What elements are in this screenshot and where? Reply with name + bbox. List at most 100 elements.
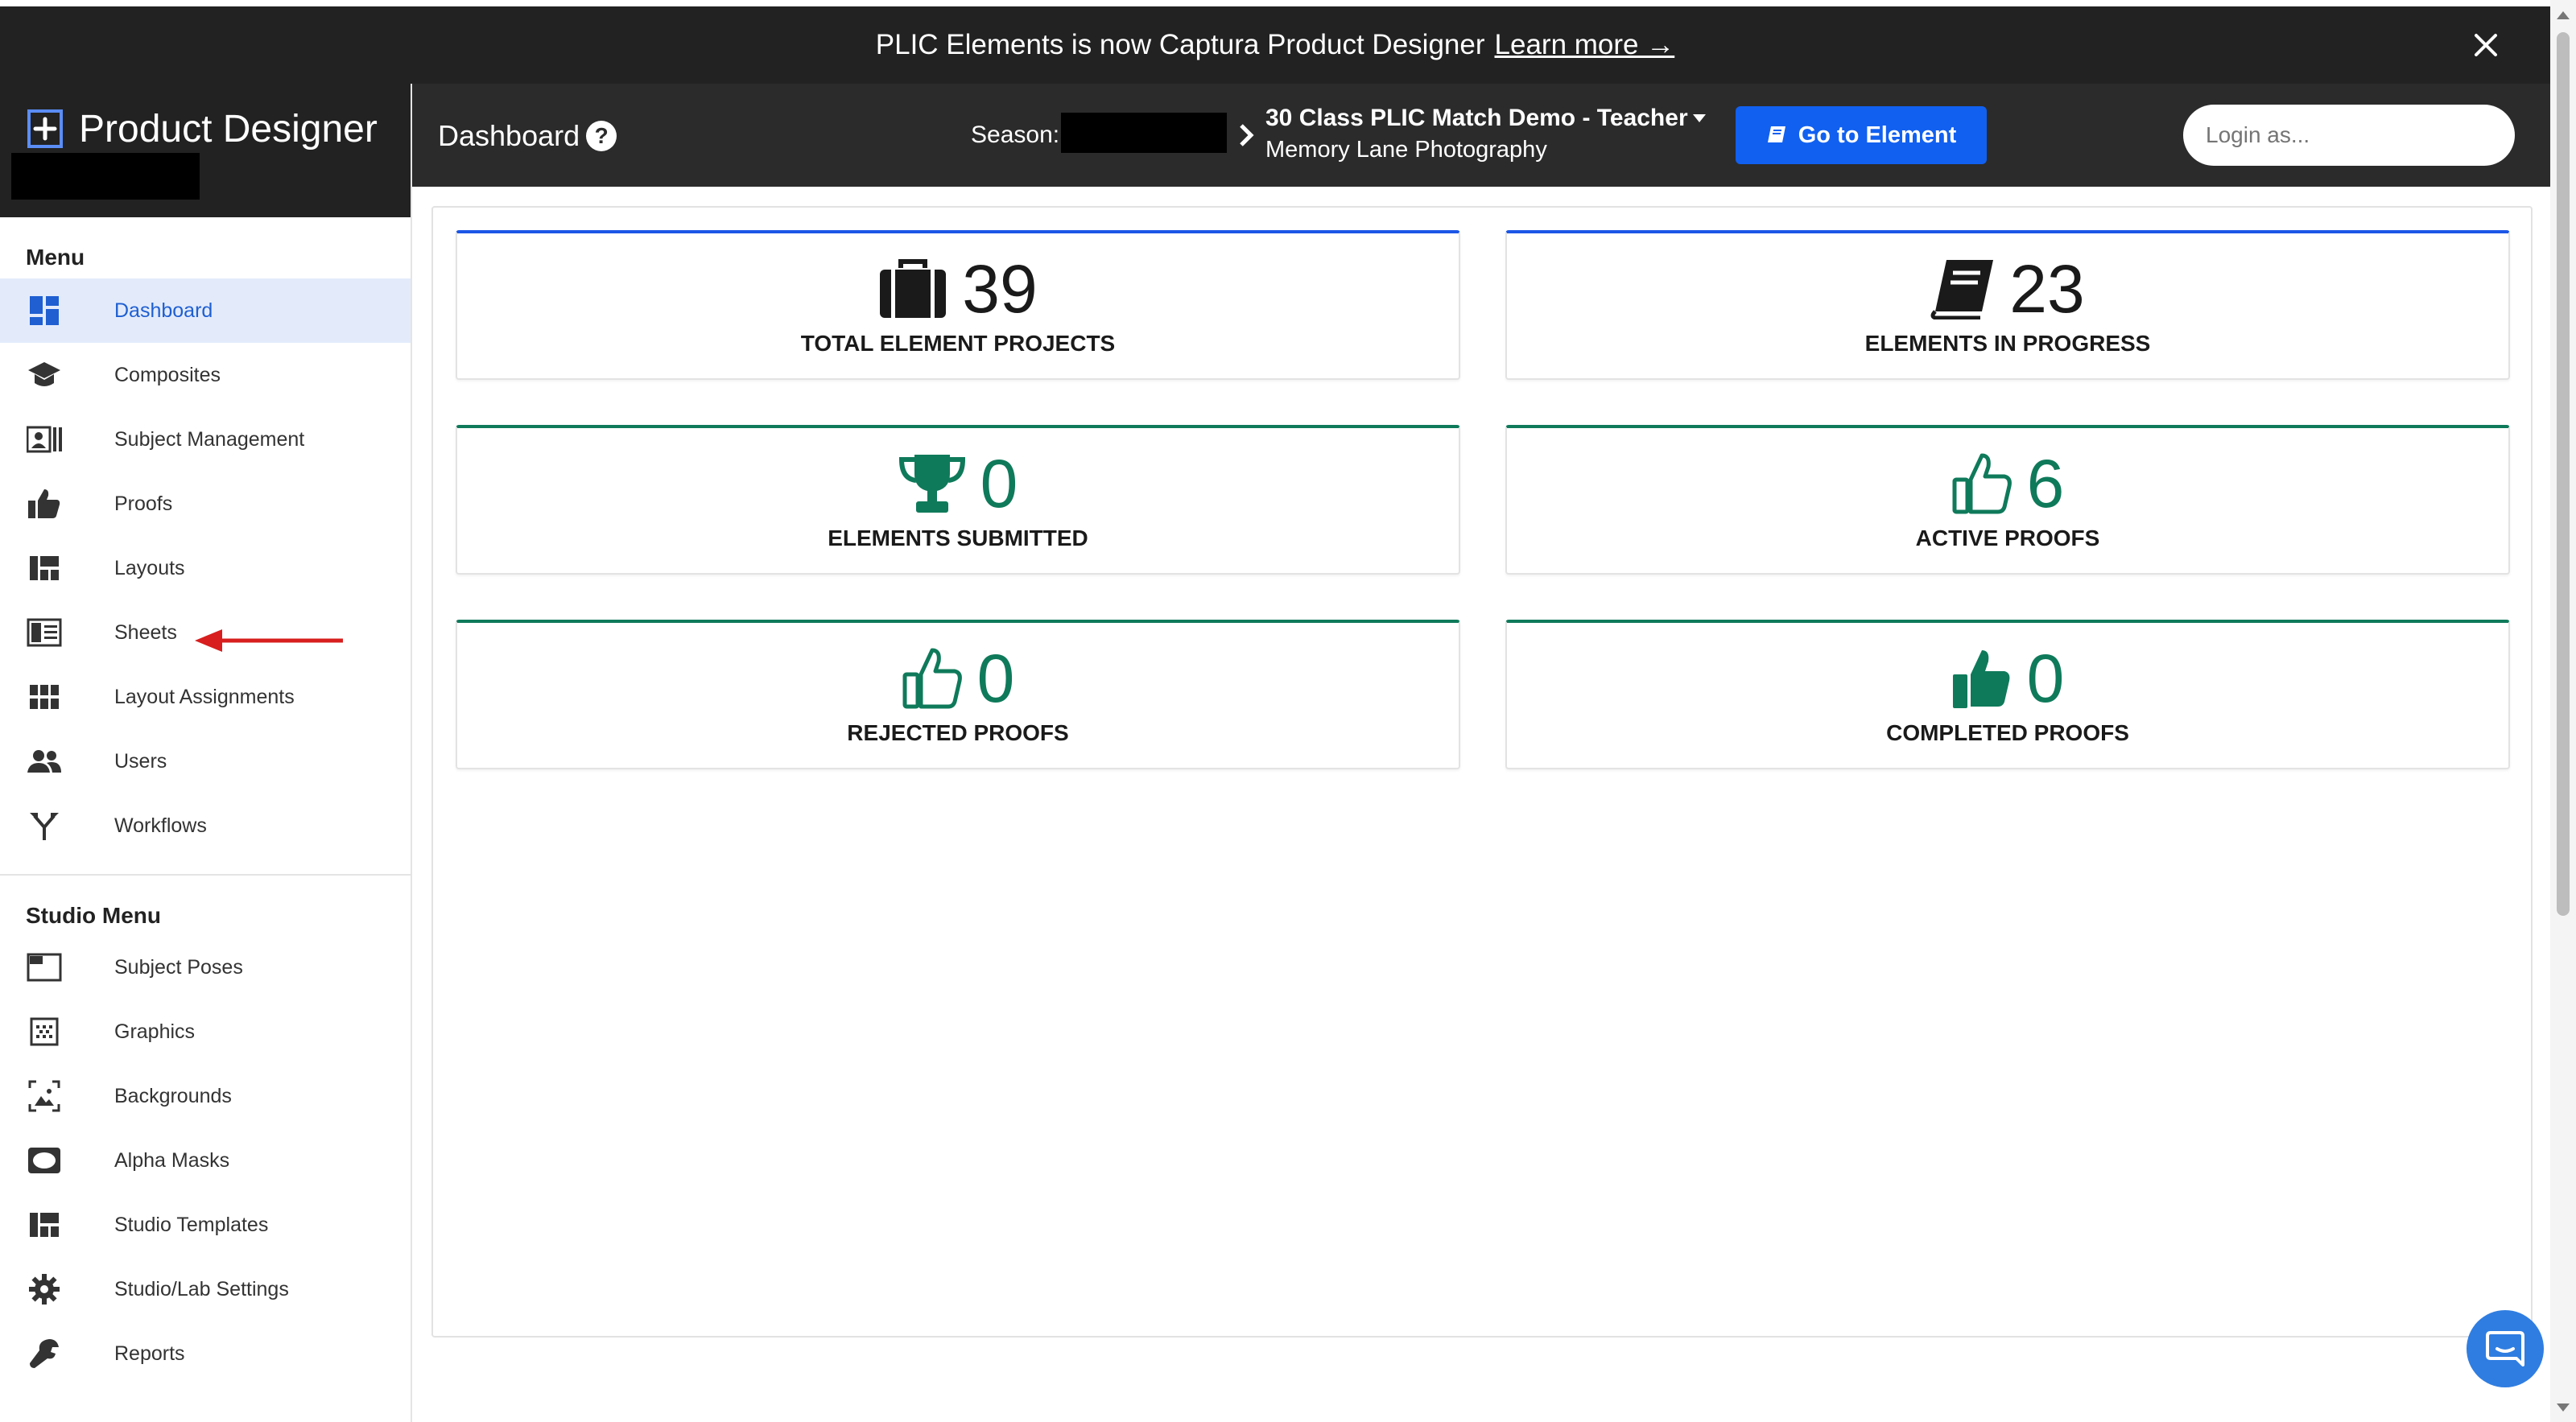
stat-value: 0 — [980, 446, 1018, 521]
stat-card-completed-proofs: 0 COMPLETED PROOFS — [1505, 620, 2510, 769]
stat-card-rejected-proofs: 0 REJECTED PROOFS — [456, 620, 1460, 769]
stat-card-elements-submitted: 0 ELEMENTS SUBMITTED — [456, 425, 1460, 575]
thumbs-up-outline-icon — [1952, 453, 2012, 514]
sidebar-item-label: Alpha Masks — [114, 1148, 230, 1172]
chevron-right-icon — [1240, 124, 1254, 146]
sidebar-item-label: Workflows — [114, 814, 207, 837]
layout-grid-icon — [26, 550, 63, 587]
sidebar-item-label: Subject Poses — [114, 955, 243, 979]
wrench-icon — [26, 1335, 63, 1372]
book-icon — [1930, 260, 1994, 319]
sidebar-item-backgrounds[interactable]: Backgrounds — [0, 1064, 411, 1128]
window-icon — [26, 949, 63, 986]
sidebar-item-proofs[interactable]: Proofs — [0, 472, 411, 536]
thumbs-up-solid-icon — [1952, 650, 2010, 708]
sidebar-item-studio-lab-settings[interactable]: Studio/Lab Settings — [0, 1257, 411, 1321]
trophy-icon — [898, 455, 965, 513]
brand-logo[interactable]: Product Designer — [23, 106, 378, 151]
sidebar-item-label: Proofs — [114, 492, 173, 515]
mask-icon — [26, 1142, 63, 1179]
stat-value: 23 — [2009, 251, 2085, 327]
sidebar-item-label: Graphics — [114, 1020, 196, 1043]
sidebar-item-label: Composites — [114, 363, 221, 386]
stat-label: TOTAL ELEMENT PROJECTS — [800, 331, 1116, 356]
studio-menu-heading: Studio Menu — [26, 903, 161, 928]
stat-value: 0 — [976, 641, 1015, 716]
help-icon[interactable]: ? — [586, 121, 617, 151]
sidebar-item-label: Studio Templates — [114, 1213, 269, 1236]
scroll-up-icon[interactable] — [2557, 11, 2570, 19]
scrollbar-thumb[interactable] — [2557, 32, 2570, 916]
sheet-icon — [26, 614, 63, 651]
top-edge — [0, 0, 2550, 6]
sidebar-item-workflows[interactable]: Workflows — [0, 793, 411, 858]
chat-icon — [2486, 1331, 2524, 1366]
login-as-field[interactable] — [2183, 105, 2515, 166]
login-as-input[interactable] — [2206, 122, 2496, 148]
season-selector[interactable] — [1061, 113, 1227, 153]
users-icon — [26, 743, 63, 780]
gear-icon — [26, 1271, 63, 1308]
stat-label: ELEMENTS IN PROGRESS — [1864, 331, 2151, 356]
thumbs-up-icon — [26, 485, 63, 522]
announcement-banner: PLIC Elements is now Captura Product Des… — [0, 6, 2550, 84]
project-name-row[interactable]: 30 Class PLIC Match Demo - Teacher — [1265, 105, 1706, 132]
stat-card-total-element-projects: 39 TOTAL ELEMENT PROJECTS — [456, 230, 1460, 380]
sidebar-item-users[interactable]: Users — [0, 729, 411, 793]
banner-text: PLIC Elements is now Captura Product Des… — [875, 29, 1485, 60]
go-to-element-button[interactable]: Go to Element — [1736, 106, 1987, 164]
close-icon[interactable] — [2470, 29, 2502, 61]
stat-value: 0 — [2026, 641, 2065, 716]
season-label: Season: — [971, 122, 1060, 148]
sidebar-item-label: Reports — [114, 1342, 185, 1365]
dashboard-icon — [26, 292, 63, 329]
redacted-block — [11, 153, 200, 200]
sidebar-item-layout-assignments[interactable]: Layout Assignments — [0, 665, 411, 729]
sidebar-item-label: Backgrounds — [114, 1084, 232, 1107]
sidebar-item-subject-management[interactable]: Subject Management — [0, 407, 411, 472]
caret-down-icon — [1692, 114, 1706, 122]
sidebar-item-label: Dashboard — [114, 299, 213, 322]
brand-area: Product Designer — [0, 84, 411, 217]
studio-name: Memory Lane Photography — [1265, 137, 1547, 163]
stat-label: COMPLETED PROOFS — [1886, 720, 2129, 745]
scroll-down-icon[interactable] — [2557, 1403, 2570, 1412]
thumbs-up-outline-icon — [902, 648, 962, 709]
page-scrollbar[interactable] — [2550, 0, 2576, 1422]
page-title-group: Dashboard ? — [438, 119, 617, 153]
sidebar-item-label: Studio/Lab Settings — [114, 1277, 289, 1300]
stat-card-active-proofs: 6 ACTIVE PROOFS — [1505, 425, 2510, 575]
project-selector[interactable]: 30 Class PLIC Match Demo - Teacher Memor… — [1265, 105, 1706, 163]
sidebar-item-label: Sheets — [114, 620, 177, 644]
sidebar-item-label: Layout Assignments — [114, 685, 295, 708]
sidebar-item-alpha-masks[interactable]: Alpha Masks — [0, 1128, 411, 1193]
sidebar-item-graphics[interactable]: Graphics — [0, 1000, 411, 1064]
stat-label: ACTIVE PROOFS — [1915, 526, 2100, 550]
learn-more-link[interactable]: Learn more → — [1495, 29, 1675, 61]
sidebar-item-reports[interactable]: Reports — [0, 1321, 411, 1386]
sidebar: Product Designer Menu Dashboard Composit… — [0, 84, 412, 1422]
sidebar-item-label: Layouts — [114, 556, 185, 579]
project-name: 30 Class PLIC Match Demo - Teacher — [1265, 105, 1688, 131]
background-image-icon — [26, 1078, 63, 1115]
brand-name: Product Designer — [79, 107, 378, 150]
stat-card-elements-in-progress: 23 ELEMENTS IN PROGRESS — [1505, 230, 2510, 380]
sidebar-item-layouts[interactable]: Layouts — [0, 536, 411, 600]
sidebar-item-studio-templates[interactable]: Studio Templates — [0, 1193, 411, 1257]
stat-label: ELEMENTS SUBMITTED — [828, 526, 1088, 550]
workflow-split-icon — [26, 807, 63, 844]
plus-shield-icon — [27, 109, 63, 148]
sidebar-item-subject-poses[interactable]: Subject Poses — [0, 935, 411, 1000]
stat-value: 39 — [962, 251, 1038, 327]
sidebar-item-dashboard[interactable]: Dashboard — [0, 278, 411, 343]
annotation-arrow-icon — [195, 629, 343, 652]
sidebar-item-composites[interactable]: Composites — [0, 343, 411, 407]
stat-value: 6 — [2026, 446, 2065, 521]
grid-icon — [26, 678, 63, 715]
id-card-icon — [26, 421, 63, 458]
book-icon — [1767, 126, 1785, 142]
graduation-cap-icon — [26, 357, 63, 394]
menu-heading: Menu — [26, 245, 85, 270]
chat-launcher-button[interactable] — [2467, 1310, 2544, 1387]
top-header: Dashboard ? Season: 30 Class PLIC Match … — [412, 84, 2550, 187]
